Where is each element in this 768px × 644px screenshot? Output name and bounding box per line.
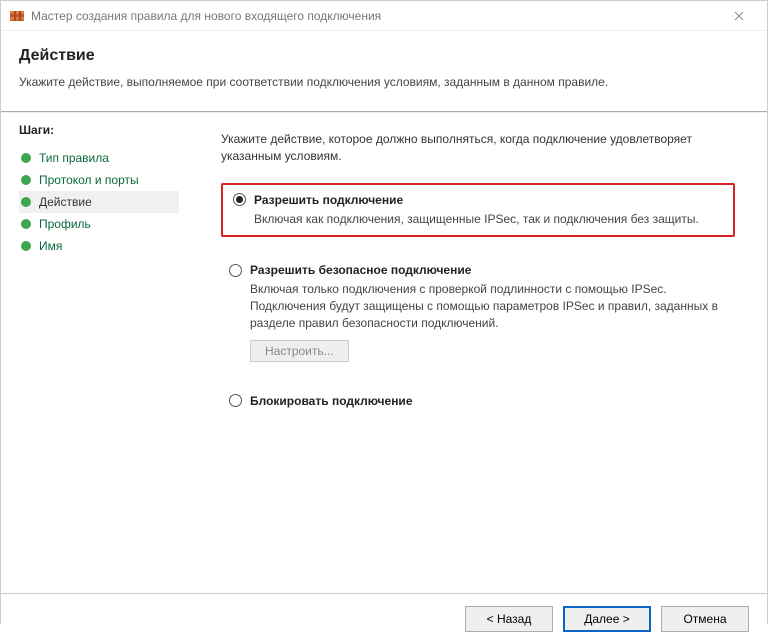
- step-action[interactable]: Действие: [19, 191, 179, 213]
- close-button[interactable]: [719, 2, 759, 30]
- step-bullet-icon: [21, 153, 31, 163]
- step-bullet-icon: [21, 241, 31, 251]
- option-allow-connection[interactable]: Разрешить подключение Включая как подклю…: [221, 183, 735, 238]
- titlebar: Мастер создания правила для нового входя…: [1, 1, 767, 31]
- content-area: Шаги: Тип правила Протокол и порты Дейст…: [1, 113, 767, 593]
- option-title: Разрешить безопасное подключение: [250, 263, 471, 277]
- sidebar-title: Шаги:: [19, 123, 179, 137]
- page-subtitle: Укажите действие, выполняемое при соотве…: [19, 75, 749, 89]
- footer-buttons: < Назад Далее > Отмена: [1, 593, 767, 644]
- intro-text: Укажите действие, которое должно выполня…: [221, 131, 735, 165]
- step-bullet-icon: [21, 175, 31, 185]
- window-title: Мастер создания правила для нового входя…: [31, 9, 719, 23]
- cancel-button[interactable]: Отмена: [661, 606, 749, 632]
- step-protocol-ports[interactable]: Протокол и порты: [19, 169, 179, 191]
- option-desc: Включая как подключения, защищенные IPSe…: [254, 211, 723, 228]
- step-label: Имя: [39, 239, 62, 253]
- step-label: Протокол и порты: [39, 173, 139, 187]
- step-label: Действие: [39, 195, 92, 209]
- page-title: Действие: [19, 47, 749, 65]
- option-block[interactable]: Блокировать подключение: [221, 388, 735, 414]
- option-title: Разрешить подключение: [254, 193, 403, 207]
- configure-button: Настроить...: [250, 340, 349, 362]
- back-button[interactable]: < Назад: [465, 606, 553, 632]
- next-button[interactable]: Далее >: [563, 606, 651, 632]
- main-panel: Укажите действие, которое должно выполня…: [193, 113, 767, 593]
- option-title: Блокировать подключение: [250, 394, 413, 408]
- radio-block[interactable]: [229, 394, 242, 407]
- step-bullet-icon: [21, 219, 31, 229]
- steps-sidebar: Шаги: Тип правила Протокол и порты Дейст…: [1, 113, 193, 593]
- radio-allow[interactable]: [233, 193, 246, 206]
- step-name[interactable]: Имя: [19, 235, 179, 257]
- step-rule-type[interactable]: Тип правила: [19, 147, 179, 169]
- firewall-icon: [9, 8, 25, 24]
- radio-allow-secure[interactable]: [229, 264, 242, 277]
- step-label: Профиль: [39, 217, 91, 231]
- option-allow-secure[interactable]: Разрешить безопасное подключение Включая…: [221, 257, 735, 367]
- step-bullet-icon: [21, 197, 31, 207]
- page-header: Действие Укажите действие, выполняемое п…: [1, 31, 767, 101]
- step-profile[interactable]: Профиль: [19, 213, 179, 235]
- option-desc: Включая только подключения с проверкой п…: [250, 281, 727, 331]
- step-label: Тип правила: [39, 151, 109, 165]
